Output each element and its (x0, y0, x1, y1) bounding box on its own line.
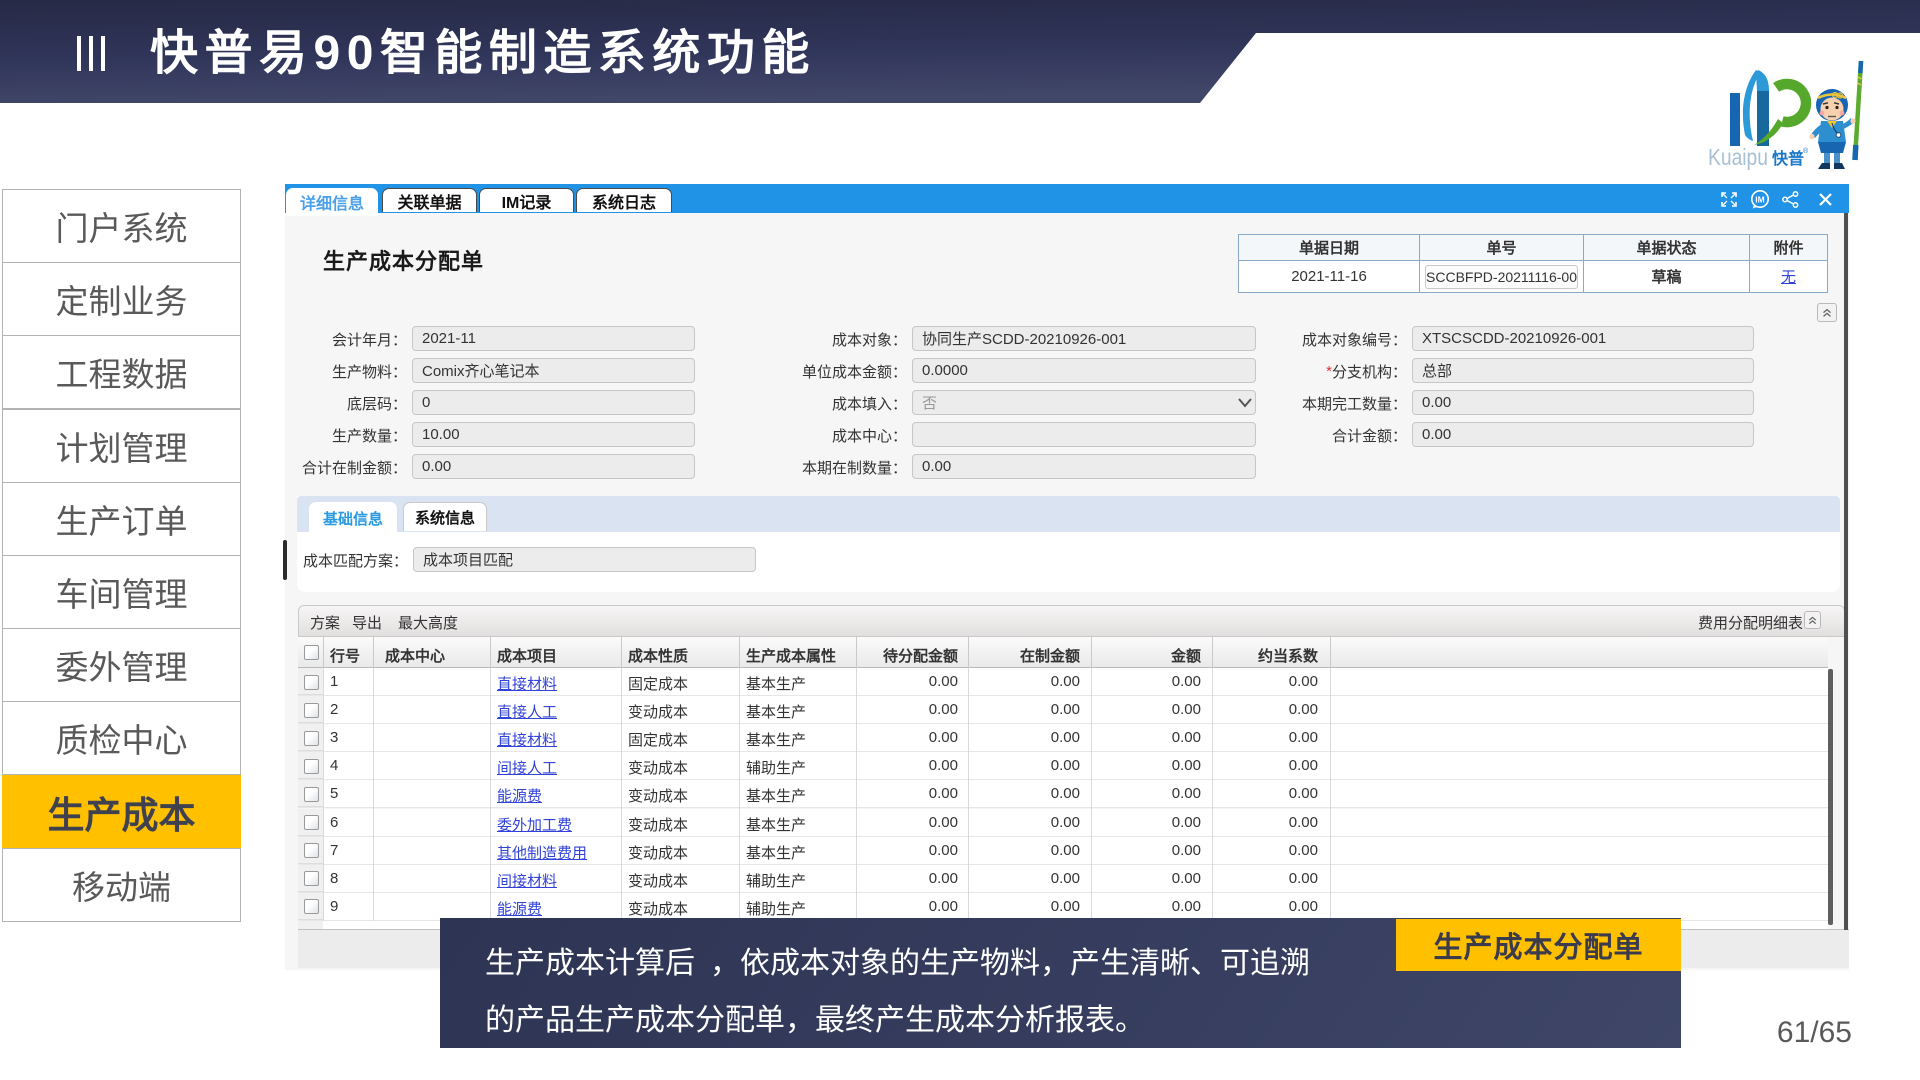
svg-text:快普: 快普 (1772, 149, 1804, 168)
svg-text:IM: IM (1755, 195, 1764, 205)
svg-text:®: ® (1803, 147, 1809, 155)
svg-text:Kuaipu: Kuaipu (1708, 144, 1768, 170)
